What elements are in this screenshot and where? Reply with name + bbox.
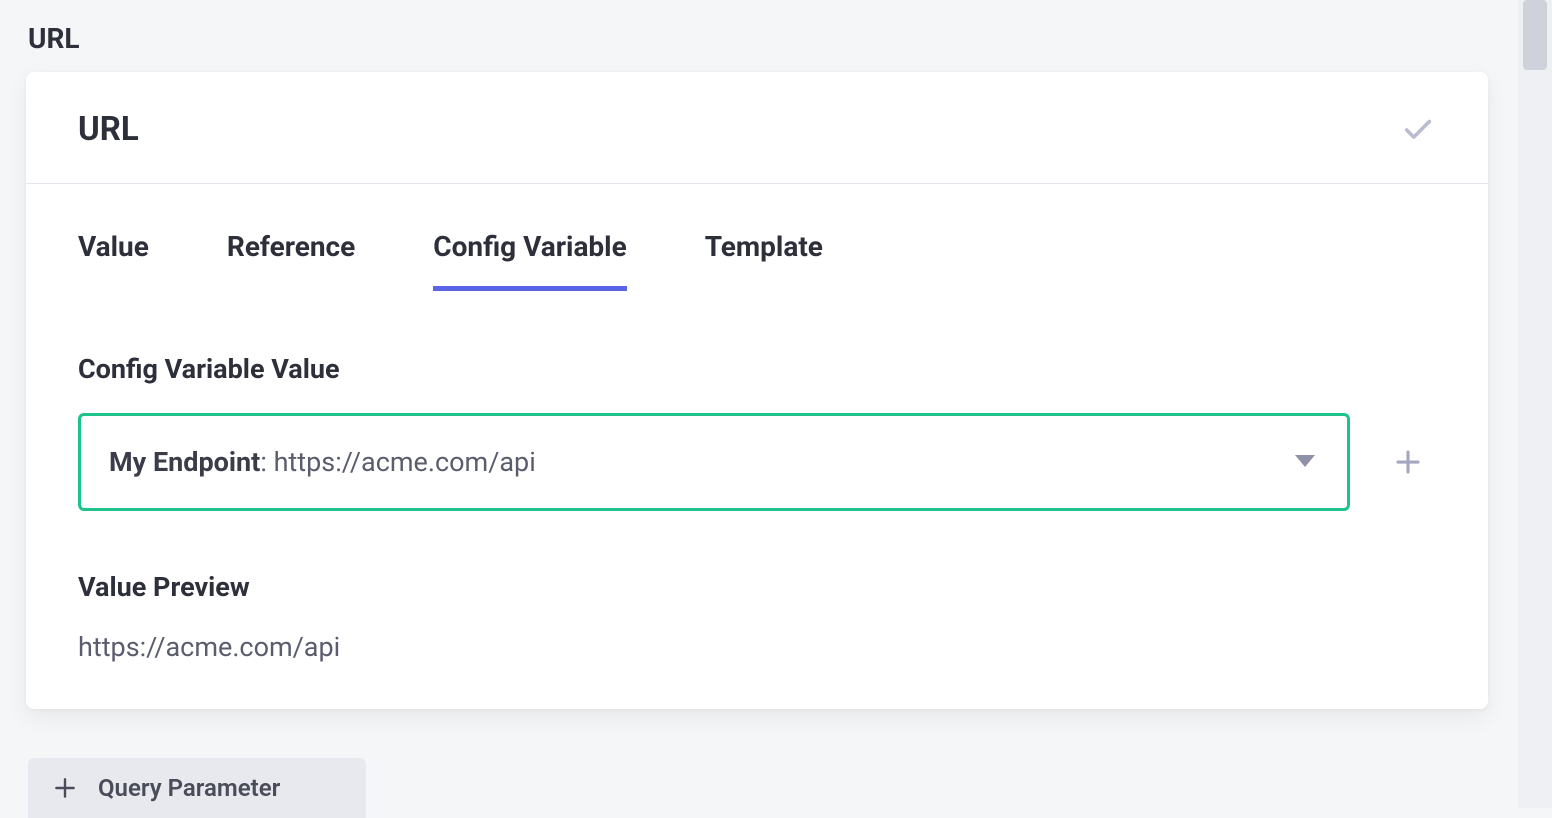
chevron-down-icon	[1295, 455, 1315, 469]
plus-icon	[1393, 447, 1423, 477]
value-preview-text: https://acme.com/api	[78, 631, 1436, 663]
confirm-button[interactable]	[1400, 112, 1436, 148]
check-icon	[1401, 113, 1435, 147]
config-variable-select-row: My Endpoint: https://acme.com/api	[78, 413, 1436, 511]
tab-value[interactable]: Value	[78, 230, 149, 269]
config-variable-selected-sep: :	[260, 446, 273, 478]
card-header: URL	[26, 72, 1488, 184]
config-variable-selected-text: My Endpoint: https://acme.com/api	[109, 446, 536, 478]
add-config-variable-button[interactable]	[1390, 444, 1426, 480]
config-variable-selected-name: My Endpoint	[109, 446, 260, 478]
add-query-parameter-button[interactable]: Query Parameter	[28, 758, 366, 818]
tab-bar: Value Reference Config Variable Template	[78, 230, 1436, 269]
value-preview-label: Value Preview	[78, 571, 1436, 603]
tab-template[interactable]: Template	[705, 230, 823, 269]
card-body: Value Reference Config Variable Template…	[26, 184, 1488, 709]
url-config-card: URL Value Reference Config Variable Temp…	[26, 72, 1488, 709]
tab-reference[interactable]: Reference	[227, 230, 355, 269]
plus-icon	[52, 775, 78, 801]
scrollbar-track[interactable]	[1518, 0, 1552, 808]
value-preview-section: Value Preview https://acme.com/api	[78, 571, 1436, 663]
config-variable-value-label: Config Variable Value	[78, 353, 1436, 385]
section-label-url: URL	[28, 22, 80, 55]
query-parameter-label: Query Parameter	[98, 774, 280, 802]
card-title: URL	[78, 110, 139, 149]
config-variable-selected-value: https://acme.com/api	[274, 446, 536, 478]
scrollbar-thumb[interactable]	[1523, 0, 1547, 70]
config-variable-select[interactable]: My Endpoint: https://acme.com/api	[78, 413, 1350, 511]
tab-config-variable[interactable]: Config Variable	[433, 230, 626, 269]
